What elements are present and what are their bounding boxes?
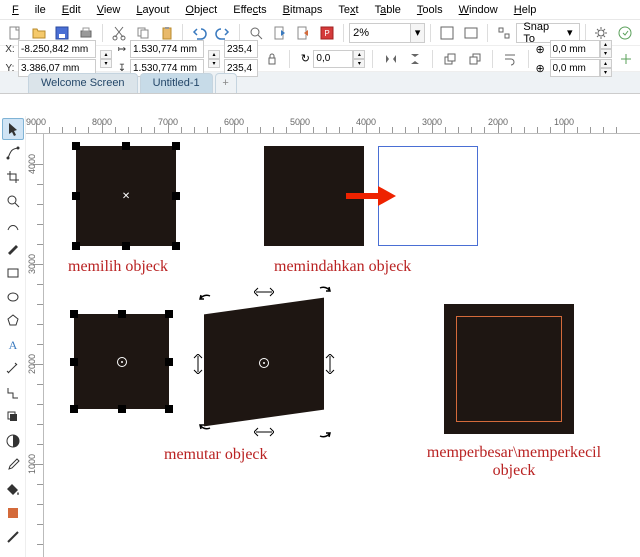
caption-move: memindahkan objeck	[274, 258, 411, 276]
zoom-input[interactable]	[349, 23, 411, 43]
svg-text:A: A	[8, 338, 17, 352]
lock-ratio-button[interactable]	[262, 48, 282, 70]
shape-tool[interactable]	[2, 142, 24, 164]
object-scale-small-outline	[456, 316, 562, 422]
arrow-move-icon	[344, 184, 398, 208]
artistic-media-tool[interactable]	[2, 238, 24, 260]
publish-button[interactable]: P	[316, 22, 338, 44]
fullscreen-button[interactable]	[436, 22, 458, 44]
to-back-button[interactable]	[465, 48, 485, 70]
drop-shadow-tool[interactable]	[2, 406, 24, 428]
workspace: A 900080007000600050004000300020001000 4…	[0, 116, 640, 557]
import-button[interactable]	[269, 22, 291, 44]
transparency-tool[interactable]	[2, 430, 24, 452]
caption-scale2: objeck	[414, 462, 614, 480]
caption-scale1: memperbesar\memperkecil	[414, 444, 614, 462]
svg-text:P: P	[325, 29, 330, 38]
extras-button[interactable]	[616, 48, 636, 70]
caption-select: memilih objeck	[68, 258, 168, 276]
smart-fill-tool[interactable]	[2, 502, 24, 524]
outline-tool[interactable]	[2, 526, 24, 548]
menu-object[interactable]: Object	[177, 2, 225, 18]
menu-effects[interactable]: Effects	[225, 2, 274, 18]
ruler-vertical: 4000300020001000	[26, 134, 44, 557]
menu-bar: File Edit View Layout Object Effects Bit…	[0, 0, 640, 20]
menu-file[interactable]: File	[4, 2, 54, 18]
zoom-tool[interactable]	[2, 190, 24, 212]
height-icon: ↧	[116, 63, 128, 74]
text-tool[interactable]: A	[2, 334, 24, 356]
zoom-combo[interactable]: ▾	[349, 23, 425, 43]
export-button[interactable]	[293, 22, 315, 44]
pick-tool[interactable]	[2, 118, 24, 140]
crop-tool[interactable]	[2, 166, 24, 188]
toolbox: A	[0, 116, 26, 557]
zoom-dropdown-icon[interactable]: ▾	[411, 23, 425, 43]
menu-window[interactable]: Window	[451, 2, 506, 18]
connector-tool[interactable]	[2, 382, 24, 404]
menu-table[interactable]: Table	[367, 2, 409, 18]
y-label: Y:	[4, 63, 16, 74]
ellipse-tool[interactable]	[2, 286, 24, 308]
tab-add[interactable]: +	[215, 73, 237, 93]
x-input[interactable]	[18, 40, 96, 58]
menu-bitmaps[interactable]: Bitmaps	[275, 2, 331, 18]
caption-rotate: memutar objeck	[164, 446, 268, 464]
eyedropper-tool[interactable]	[2, 454, 24, 476]
mirror-h-button[interactable]	[380, 48, 400, 70]
tab-welcome[interactable]: Welcome Screen	[28, 73, 138, 93]
fill-tool[interactable]	[2, 478, 24, 500]
canvas[interactable]: ✕ memilih objeck memindahkan objeck memu…	[44, 134, 640, 557]
preview-button[interactable]	[460, 22, 482, 44]
ruler-horizontal: 900080007000600050004000300020001000	[26, 116, 640, 134]
width-icon: ↦	[116, 44, 128, 55]
offsety-input[interactable]	[550, 59, 600, 77]
rotation-input-wrap: ↻ ▴▾	[297, 50, 365, 68]
parallel-dim-tool[interactable]	[2, 358, 24, 380]
offsetx-input[interactable]	[550, 40, 600, 58]
scalex-input[interactable]	[224, 40, 258, 58]
wrap-button[interactable]	[500, 48, 520, 70]
menu-edit[interactable]: Edit	[54, 2, 89, 18]
menu-tools[interactable]: Tools	[409, 2, 451, 18]
menu-view[interactable]: View	[89, 2, 129, 18]
snap-off-button[interactable]	[493, 22, 515, 44]
to-front-button[interactable]	[440, 48, 460, 70]
polygon-tool[interactable]	[2, 310, 24, 332]
menu-text[interactable]: Text	[330, 2, 366, 18]
mirror-v-button[interactable]	[405, 48, 425, 70]
menu-help[interactable]: Help	[506, 2, 545, 18]
rotation-input[interactable]	[313, 50, 353, 68]
property-bar: X: Y: ▴▾ ↦ ↧ ▴▾ ↻ ▴▾ ⊕▴▾ ⊕▴	[0, 46, 640, 72]
launch-button[interactable]	[614, 22, 636, 44]
rectangle-tool[interactable]	[2, 262, 24, 284]
x-label: X:	[4, 44, 16, 55]
tab-untitled[interactable]: Untitled-1	[140, 73, 213, 93]
menu-layout[interactable]: Layout	[128, 2, 177, 18]
freehand-tool[interactable]	[2, 214, 24, 236]
w-input[interactable]	[130, 40, 204, 58]
